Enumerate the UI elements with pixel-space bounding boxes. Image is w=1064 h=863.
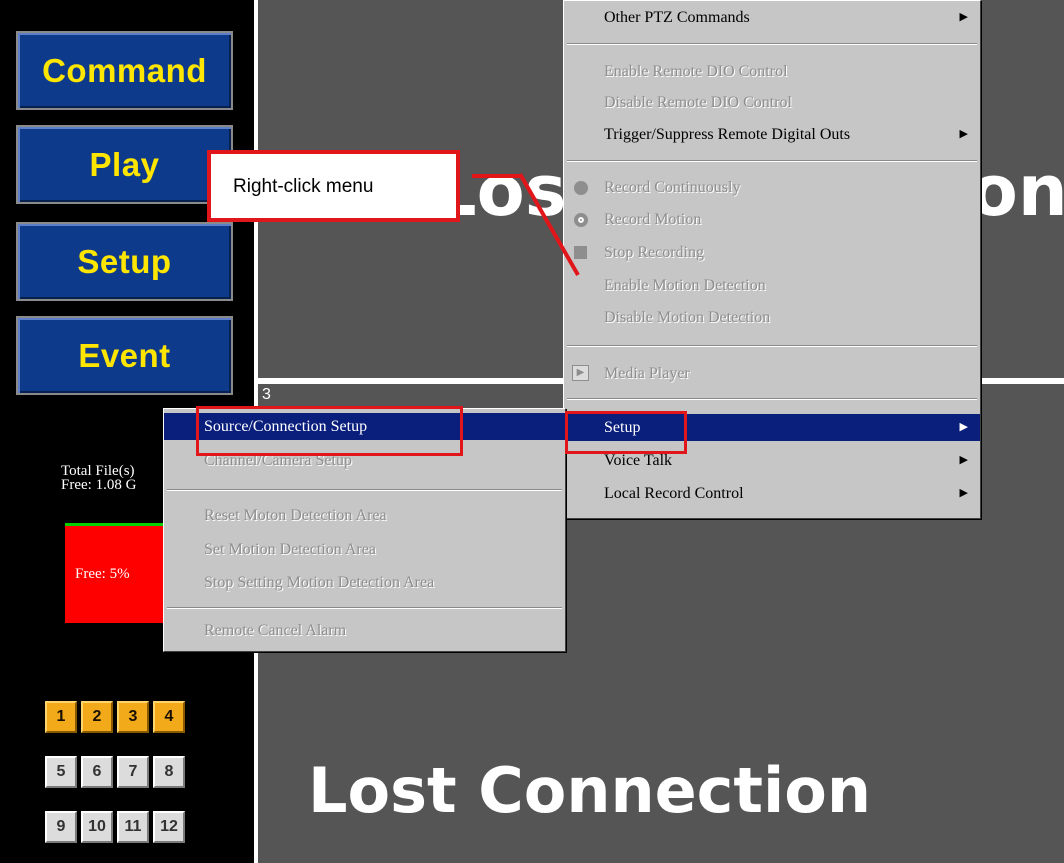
callout-pointer (472, 173, 580, 276)
callout-text: Right-click menu (233, 176, 374, 197)
callout-box: Right-click menu (207, 150, 460, 222)
